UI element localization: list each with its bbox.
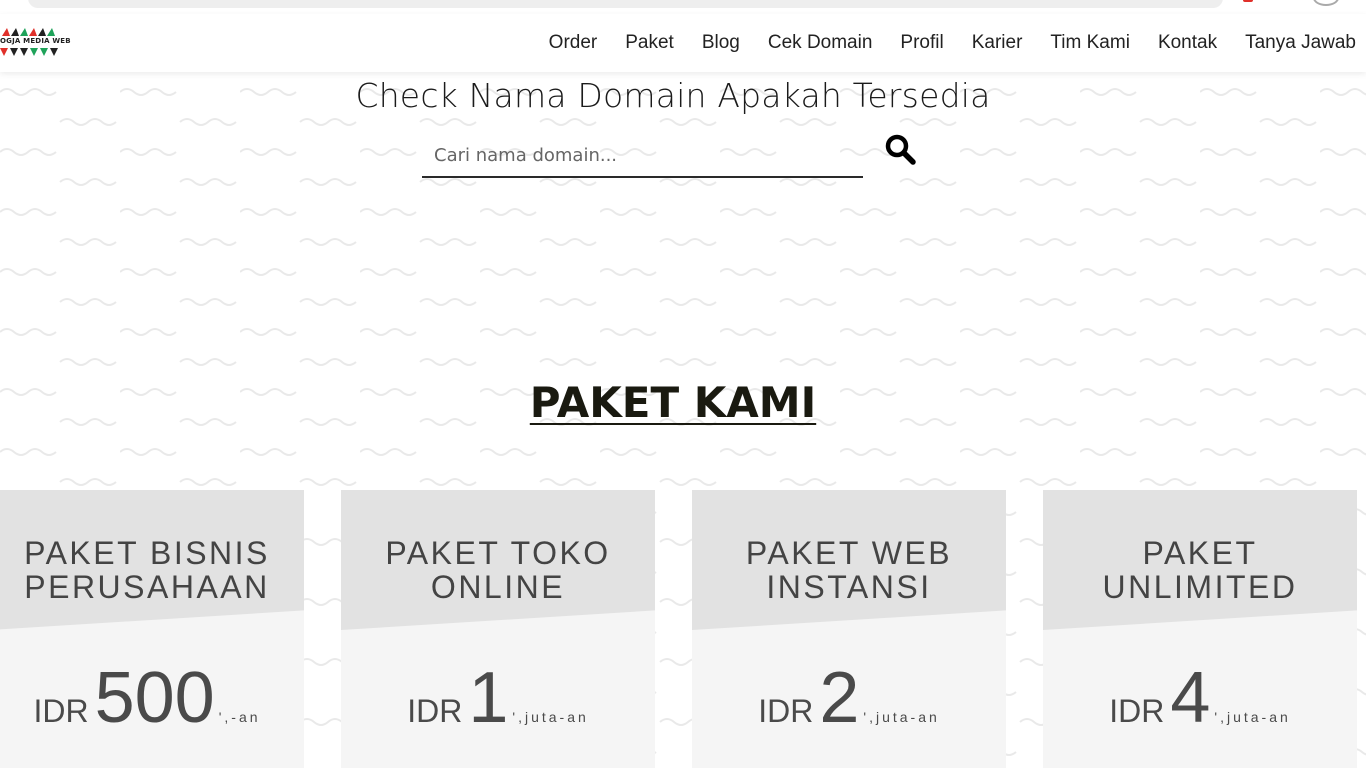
price-suffix: ',juta-an (512, 709, 589, 725)
nav-item-tanya-jawab[interactable]: Tanya Jawab (1245, 32, 1356, 54)
price-currency: IDR (407, 693, 463, 729)
nav-item-kontak[interactable]: Kontak (1158, 32, 1217, 54)
extension-icon[interactable] (1243, 0, 1253, 2)
package-card-unlimited[interactable]: PAKET UNLIMITED IDR 4 ',juta-an (1043, 490, 1357, 768)
package-name: PAKET UNLIMITED (1043, 536, 1357, 604)
package-card-web-instansi[interactable]: PAKET WEB INSTANSI IDR 2 ',juta-an (692, 490, 1006, 768)
address-bar[interactable] (28, 0, 1223, 8)
package-name-line2: ONLINE (430, 569, 566, 605)
domain-search-title: Check Nama Domain Apakah Tersedia (355, 76, 991, 115)
price-currency: IDR (1109, 693, 1165, 729)
package-price: IDR 4 ',juta-an (1043, 658, 1357, 738)
logo-text: OGJA MEDIA WEB (0, 37, 71, 45)
nav-item-cek-domain[interactable]: Cek Domain (768, 32, 873, 54)
package-price: IDR 2 ',juta-an (692, 658, 1006, 738)
nav-item-order[interactable]: Order (549, 32, 598, 54)
site-logo[interactable]: OGJA MEDIA WEB (0, 26, 78, 60)
package-name-line1: PAKET TOKO (385, 535, 611, 571)
main-nav: Order Paket Blog Cek Domain Profil Karie… (549, 14, 1356, 72)
price-currency: IDR (33, 693, 89, 729)
price-amount: 1 (468, 658, 509, 738)
price-amount: 500 (94, 658, 215, 738)
browser-strip (0, 0, 1366, 14)
package-name-line2: INSTANSI (766, 569, 932, 605)
package-price: IDR 1 ',juta-an (341, 658, 655, 738)
price-currency: IDR (758, 693, 814, 729)
package-name-line1: PAKET (1142, 535, 1258, 571)
packages-title: PAKET KAMI (529, 378, 817, 427)
package-name: PAKET WEB INSTANSI (692, 536, 1006, 604)
price-amount: 4 (1170, 658, 1211, 738)
price-suffix: ',-an (218, 709, 261, 725)
nav-item-blog[interactable]: Blog (702, 32, 740, 54)
search-icon (885, 134, 916, 165)
package-name: PAKET BISNIS PERUSAHAAN (0, 536, 304, 604)
domain-search-input[interactable] (422, 134, 863, 178)
price-amount: 2 (819, 658, 860, 738)
package-name-line1: PAKET BISNIS (24, 535, 270, 571)
nav-item-profil[interactable]: Profil (900, 32, 943, 54)
package-price: IDR 500 ',-an (0, 658, 304, 738)
navbar: OGJA MEDIA WEB Order Paket Blog Cek Doma… (0, 14, 1366, 72)
price-suffix: ',juta-an (863, 709, 940, 725)
search-button[interactable] (883, 132, 917, 166)
nav-item-tim-kami[interactable]: Tim Kami (1050, 32, 1130, 54)
nav-item-karier[interactable]: Karier (972, 32, 1023, 54)
package-name-line2: UNLIMITED (1102, 569, 1298, 605)
package-card-toko-online[interactable]: PAKET TOKO ONLINE IDR 1 ',juta-an (341, 490, 655, 768)
package-card-bisnis[interactable]: PAKET BISNIS PERUSAHAAN IDR 500 ',-an (0, 490, 304, 768)
nav-item-paket[interactable]: Paket (625, 32, 674, 54)
package-name: PAKET TOKO ONLINE (341, 536, 655, 604)
price-suffix: ',juta-an (1214, 709, 1291, 725)
profile-icon[interactable] (1313, 0, 1339, 6)
package-name-line2: PERUSAHAAN (24, 569, 270, 605)
package-name-line1: PAKET WEB (745, 535, 953, 571)
